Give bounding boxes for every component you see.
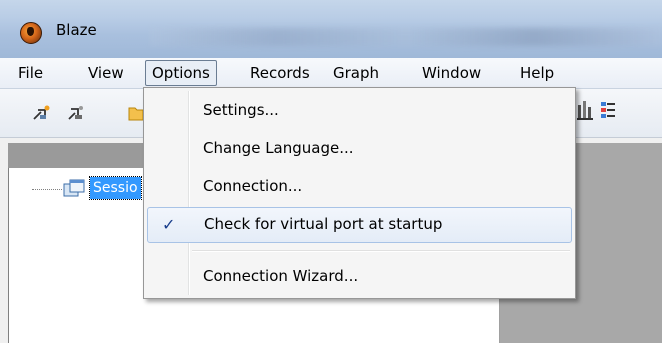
checkmark-icon: ✓: [162, 215, 176, 234]
menu-item-label: Connection Wizard...: [203, 267, 359, 285]
menu-item-connection-wizard[interactable]: Connection Wizard...: [147, 260, 572, 293]
menu-item-label: Settings...: [203, 101, 279, 119]
menu-file[interactable]: File: [14, 63, 47, 83]
menu-view[interactable]: View: [84, 63, 128, 83]
title-bar: Blaze: [0, 0, 662, 58]
menu-item-check-virtual-port[interactable]: ✓ Check for virtual port at startup: [147, 207, 572, 243]
disconnect-icon[interactable]: [66, 104, 86, 122]
session-node-icon: [63, 179, 85, 197]
menu-options[interactable]: Options: [145, 60, 217, 86]
menu-graph[interactable]: Graph: [329, 63, 383, 83]
list-view-icon[interactable]: [601, 102, 615, 118]
menu-item-connection[interactable]: Connection...: [147, 170, 572, 203]
tree-connector: [32, 189, 62, 190]
menu-item-label: Connection...: [203, 177, 303, 195]
connect-icon[interactable]: [32, 104, 52, 122]
menu-item-change-language[interactable]: Change Language...: [147, 132, 572, 165]
pane-header: [8, 143, 148, 168]
title-bar-blurred-region: [150, 28, 662, 46]
menu-window[interactable]: Window: [418, 63, 485, 83]
window-title: Blaze: [56, 21, 97, 39]
options-dropdown-menu: Settings... Change Language... Connectio…: [143, 87, 576, 299]
right-toolbar-icons: [577, 101, 615, 120]
menu-item-label: Check for virtual port at startup: [204, 215, 443, 233]
app-icon[interactable]: [20, 22, 42, 44]
menu-separator: [192, 250, 570, 252]
menu-records[interactable]: Records: [246, 63, 314, 83]
tree-node-session[interactable]: Sessio: [89, 176, 142, 200]
menu-item-label: Change Language...: [203, 139, 354, 157]
graph-icon[interactable]: [577, 101, 593, 120]
menu-item-settings[interactable]: Settings...: [147, 94, 572, 127]
menu-bar: File View Options Records Graph Window H…: [0, 58, 662, 89]
menu-help[interactable]: Help: [516, 63, 558, 83]
